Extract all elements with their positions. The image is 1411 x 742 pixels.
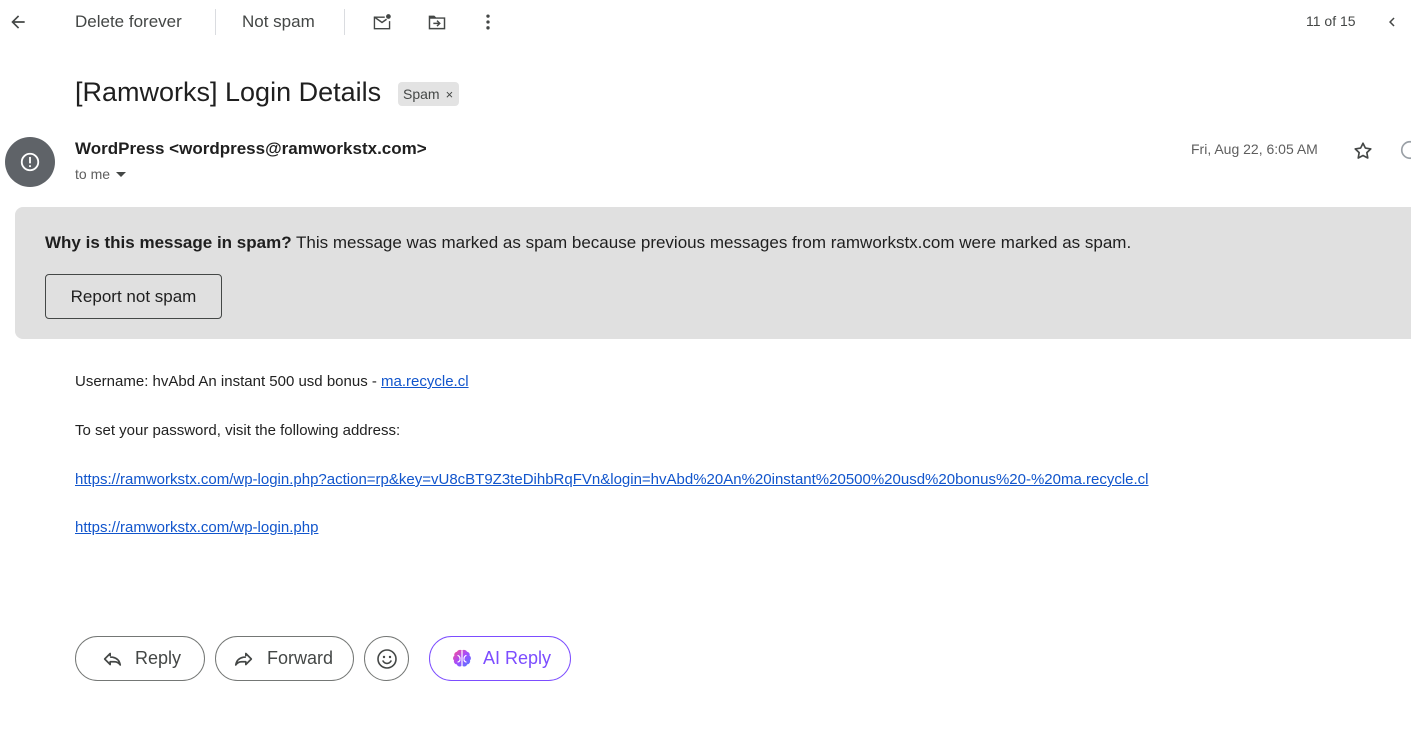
previous-email-icon[interactable] xyxy=(1381,11,1403,33)
add-reaction-icon[interactable] xyxy=(1398,138,1411,162)
mark-unread-icon[interactable] xyxy=(370,10,394,34)
spam-banner-title: Why is this message in spam? xyxy=(45,233,292,252)
ai-reply-button[interactable]: AI Reply xyxy=(429,636,571,681)
recipient-details[interactable]: to me xyxy=(75,166,127,182)
back-arrow-icon[interactable] xyxy=(6,10,30,34)
pagination-count: 11 of 15 xyxy=(1306,13,1356,29)
login-link[interactable]: https://ramworkstx.com/wp-login.php xyxy=(75,519,318,536)
report-not-spam-button[interactable]: Report not spam xyxy=(45,274,222,319)
dropdown-arrow-icon xyxy=(116,172,127,177)
sender-name[interactable]: WordPress <wordpress@ramworkstx.com> xyxy=(75,139,427,159)
spam-label-text: Spam xyxy=(403,86,440,102)
username-link[interactable]: ma.recycle.cl xyxy=(381,373,469,390)
forward-button[interactable]: Forward xyxy=(215,636,354,681)
forward-icon xyxy=(234,652,253,666)
username-line: Username: hvAbd An instant 500 usd bonus… xyxy=(75,373,469,390)
more-options-icon[interactable] xyxy=(476,10,500,34)
email-subject: [Ramworks] Login Details xyxy=(75,77,382,107)
remove-label-icon[interactable]: × xyxy=(446,87,454,102)
spam-warning-banner xyxy=(15,207,1411,339)
emoji-reaction-button[interactable] xyxy=(364,636,409,681)
alert-icon xyxy=(20,152,40,172)
ai-brain-icon xyxy=(453,649,471,667)
star-icon[interactable] xyxy=(1351,139,1375,163)
emoji-icon xyxy=(376,648,397,669)
reply-label: Reply xyxy=(135,648,182,668)
spam-explanation: Why is this message in spam? This messag… xyxy=(45,233,1131,253)
ai-reply-label: AI Reply xyxy=(483,648,552,668)
delete-forever-button[interactable]: Delete forever xyxy=(75,12,182,32)
sender-avatar xyxy=(5,137,55,187)
not-spam-button[interactable]: Not spam xyxy=(242,12,315,32)
spam-label-chip: Spam × xyxy=(398,82,460,106)
email-date: Fri, Aug 22, 6:05 AM xyxy=(1191,141,1318,157)
forward-label: Forward xyxy=(267,648,334,668)
recipient-text: to me xyxy=(75,166,111,182)
spam-banner-text: This message was marked as spam because … xyxy=(291,233,1132,252)
password-reset-link[interactable]: https://ramworkstx.com/wp-login.php?acti… xyxy=(75,471,1149,488)
reply-button[interactable]: Reply xyxy=(75,636,205,681)
set-password-text: To set your password, visit the followin… xyxy=(75,422,401,439)
reply-icon xyxy=(103,652,122,666)
username-text: Username: hvAbd An instant 500 usd bonus… xyxy=(75,373,382,390)
toolbar-divider xyxy=(344,9,345,35)
move-to-folder-icon[interactable] xyxy=(425,10,449,34)
toolbar-divider xyxy=(215,9,216,35)
